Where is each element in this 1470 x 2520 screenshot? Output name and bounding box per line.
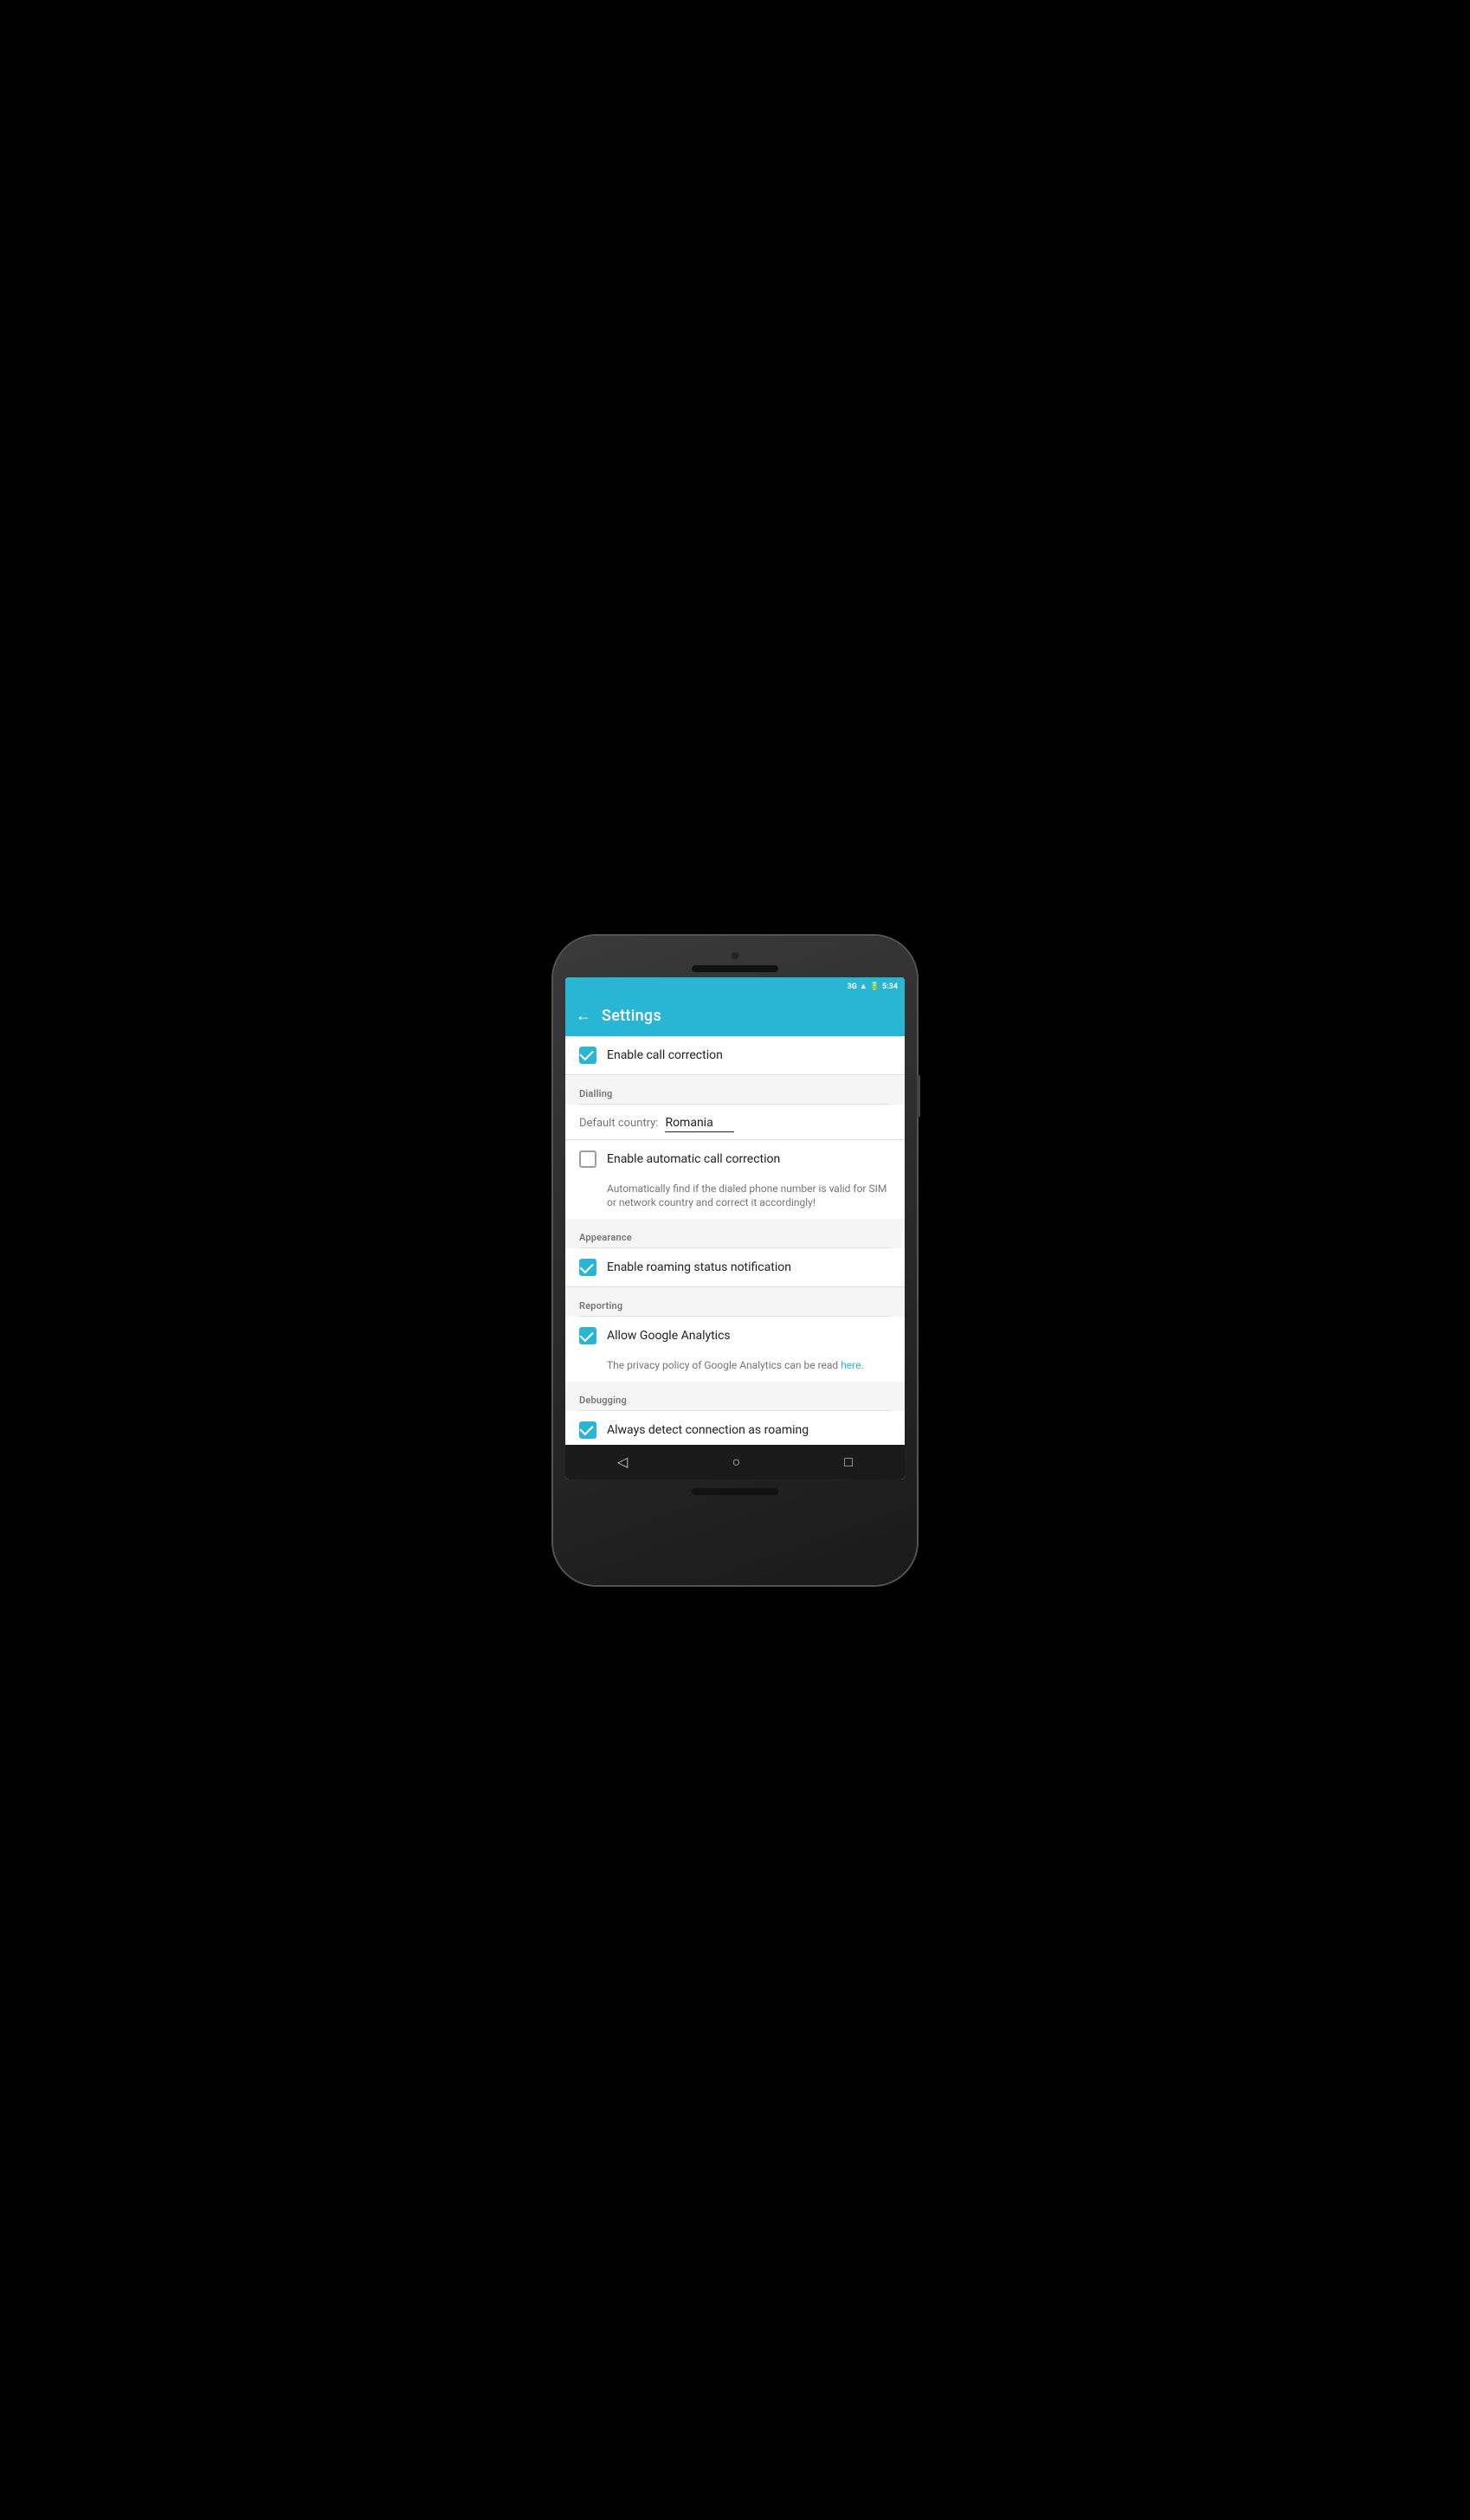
auto-call-correction-sublabel: Automatically find if the dialed phone n… xyxy=(565,1178,905,1220)
debugging-header-text: Debugging xyxy=(579,1395,627,1406)
reporting-header-text: Reporting xyxy=(579,1300,622,1312)
back-button[interactable]: ← xyxy=(576,1007,591,1025)
enable-call-correction-checkbox[interactable] xyxy=(579,1047,596,1064)
speaker-bottom xyxy=(692,1488,778,1495)
page-title: Settings xyxy=(602,1007,661,1025)
auto-call-correction-item[interactable]: Enable automatic call correction xyxy=(565,1140,905,1178)
default-country-field[interactable]: Default country: Romania xyxy=(565,1105,905,1140)
speaker-top xyxy=(692,965,778,972)
auto-call-correction-checkbox[interactable] xyxy=(579,1150,596,1168)
dialling-section-header: Dialling xyxy=(565,1075,905,1104)
default-country-value[interactable]: Romania xyxy=(665,1116,734,1132)
appearance-section-header: Appearance xyxy=(565,1219,905,1247)
recents-nav-button[interactable]: □ xyxy=(844,1453,853,1471)
phone-screen: 3G ▲ 🔋 5:34 ← Settings Enable call corre… xyxy=(565,977,905,1479)
dialling-header-text: Dialling xyxy=(579,1088,613,1099)
appearance-header-text: Appearance xyxy=(579,1232,632,1243)
phone-bottom xyxy=(565,1485,905,1495)
privacy-policy-link[interactable]: here xyxy=(841,1359,861,1371)
app-bar: ← Settings xyxy=(565,996,905,1036)
side-button xyxy=(917,1074,920,1118)
nav-bar: ◁ ○ □ xyxy=(565,1445,905,1479)
status-icons: 3G ▲ 🔋 5:34 xyxy=(848,982,898,991)
roaming-notification-label: Enable roaming status notification xyxy=(607,1260,791,1274)
always-roaming-item[interactable]: Always detect connection as roaming xyxy=(565,1411,905,1445)
google-analytics-sublabel: The privacy policy of Google Analytics c… xyxy=(565,1355,905,1382)
always-roaming-label: Always detect connection as roaming xyxy=(607,1423,809,1437)
signal-bars: ▲ xyxy=(860,982,867,991)
settings-content: Enable call correction Dialling Default … xyxy=(565,1036,905,1445)
debugging-section-header: Debugging xyxy=(565,1382,905,1410)
always-roaming-checkbox[interactable] xyxy=(579,1421,596,1439)
home-nav-button[interactable]: ○ xyxy=(732,1453,740,1471)
roaming-notification-item[interactable]: Enable roaming status notification xyxy=(565,1248,905,1287)
battery-icon: 🔋 xyxy=(870,983,880,991)
google-analytics-item[interactable]: Allow Google Analytics xyxy=(565,1317,905,1355)
back-nav-button[interactable]: ◁ xyxy=(617,1453,628,1470)
time-display: 5:34 xyxy=(882,983,898,991)
default-country-label: Default country: xyxy=(579,1117,658,1130)
phone-device: 3G ▲ 🔋 5:34 ← Settings Enable call corre… xyxy=(553,936,917,1585)
front-camera xyxy=(731,951,739,960)
enable-call-correction-item[interactable]: Enable call correction xyxy=(565,1036,905,1075)
signal-icon: 3G xyxy=(848,983,857,991)
reporting-section-header: Reporting xyxy=(565,1287,905,1316)
enable-call-correction-label: Enable call correction xyxy=(607,1048,723,1062)
google-analytics-checkbox[interactable] xyxy=(579,1327,596,1344)
status-bar: 3G ▲ 🔋 5:34 xyxy=(565,977,905,996)
auto-call-correction-label: Enable automatic call correction xyxy=(607,1152,780,1166)
google-analytics-label: Allow Google Analytics xyxy=(607,1329,731,1343)
roaming-notification-checkbox[interactable] xyxy=(579,1259,596,1276)
